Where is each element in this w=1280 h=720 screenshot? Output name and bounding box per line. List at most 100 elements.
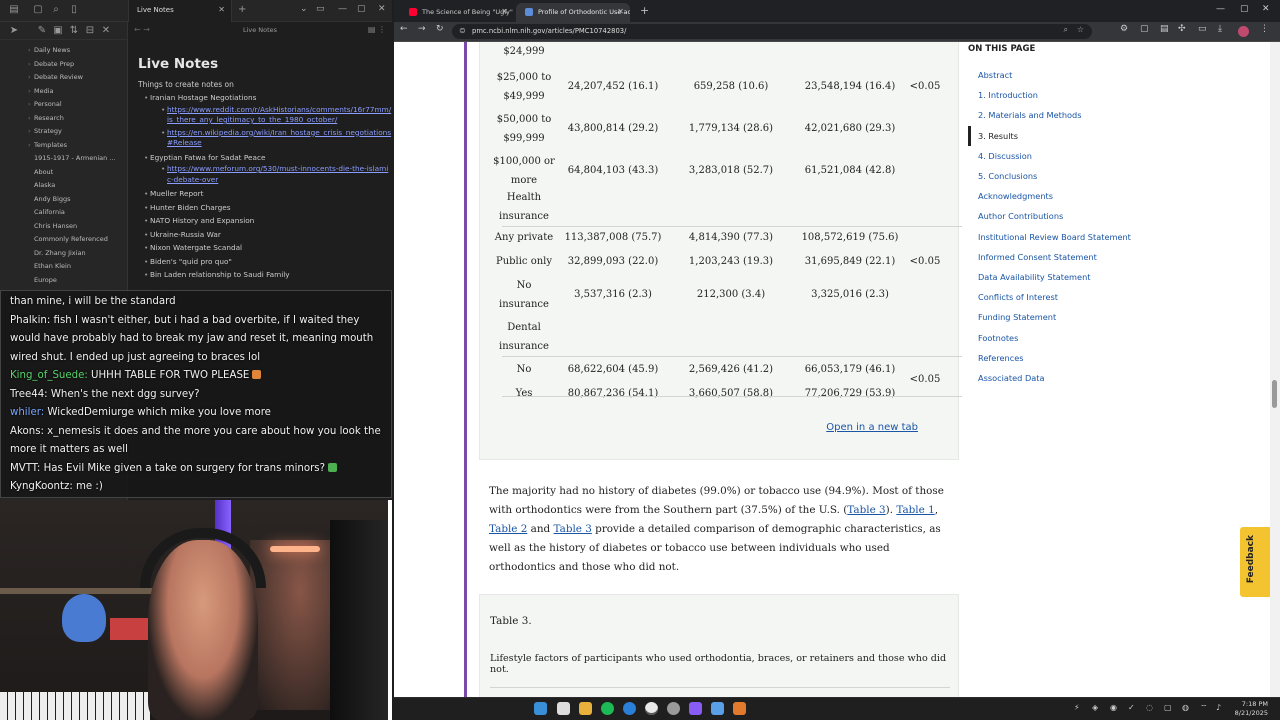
wifi-icon[interactable]: ⌔ <box>1200 703 1208 713</box>
sidebar-folder[interactable]: Media <box>0 85 127 99</box>
feedback-button[interactable]: Feedback <box>1240 527 1272 597</box>
sort-icon[interactable]: ⇅ <box>68 25 80 37</box>
reload-icon[interactable]: ↻ <box>436 24 444 34</box>
back-icon[interactable]: ← <box>400 24 408 34</box>
sidebar-folder[interactable]: Personal <box>0 98 127 112</box>
close-panel-icon[interactable]: ✕ <box>100 25 112 37</box>
toc-item[interactable]: Data Availability Statement <box>978 272 1090 282</box>
sidebar-file[interactable]: Europe <box>0 274 127 288</box>
tray-icon[interactable]: ▢ <box>1164 703 1172 712</box>
table2-link[interactable]: Table 2 <box>489 523 527 535</box>
chat-username[interactable]: Tree44: <box>10 389 48 400</box>
send-icon[interactable]: ➤ <box>8 25 20 37</box>
sidebar-folder[interactable]: Templates <box>0 139 127 153</box>
chat-username[interactable]: whiler: <box>10 407 44 418</box>
new-tab-button[interactable]: + <box>640 4 649 17</box>
browser-tab[interactable]: Profile of Orthodontic Use acro ✕ <box>516 3 630 22</box>
extension-icon[interactable]: ▤ <box>1160 24 1169 34</box>
volume-icon[interactable]: ♪ <box>1216 703 1221 712</box>
files-icon[interactable]: ▢ <box>32 4 44 16</box>
minimize-icon[interactable]: — <box>338 4 347 14</box>
site-info-icon[interactable]: ⊜ <box>459 26 466 35</box>
sidebar-file[interactable]: Ethan Klein <box>0 260 127 274</box>
maximize-icon[interactable]: ▢ <box>1240 4 1249 14</box>
scrollbar-thumb[interactable] <box>1272 380 1277 408</box>
extension-icon[interactable]: ▢ <box>1140 24 1149 34</box>
scrollbar[interactable] <box>1270 42 1280 697</box>
open-in-new-tab-link[interactable]: Open in a new tab <box>826 422 918 433</box>
search-icon[interactable]: ⌕ <box>50 4 62 16</box>
toc-item[interactable]: Footnotes <box>978 333 1018 343</box>
back-forward-icon[interactable]: ← → <box>134 22 150 38</box>
sidebar-file[interactable]: 1915-1917 - Armenian ... <box>0 152 127 166</box>
start-icon[interactable] <box>534 702 547 715</box>
maximize-icon[interactable]: ▢ <box>357 4 366 14</box>
edge-icon[interactable] <box>623 702 636 715</box>
new-folder-icon[interactable]: ▣ <box>52 25 64 37</box>
close-tab-icon[interactable]: ✕ <box>617 7 624 16</box>
bookmark-icon[interactable]: ▯ <box>68 4 80 16</box>
close-window-icon[interactable]: ✕ <box>378 4 386 14</box>
menu-icon[interactable]: ⋮ <box>1260 24 1269 34</box>
tray-icon[interactable]: ◌ <box>1146 703 1153 712</box>
toc-item[interactable]: Informed Consent Statement <box>978 252 1097 262</box>
app-icon[interactable] <box>733 702 746 715</box>
sidebar-icon[interactable]: ▭ <box>1198 24 1207 34</box>
chat-username[interactable]: Akons: <box>10 426 44 437</box>
note-link[interactable]: https://www.meforum.org/530/must-innocen… <box>128 164 392 185</box>
obsidian-icon[interactable] <box>689 702 702 715</box>
toc-item[interactable]: Author Contributions <box>978 211 1063 221</box>
sidebar-toggle-icon[interactable]: ▤ <box>8 4 20 16</box>
collapse-icon[interactable]: ⊟ <box>84 25 96 37</box>
toc-item[interactable]: Abstract <box>978 70 1012 80</box>
download-icon[interactable]: ⤓ <box>1218 24 1222 34</box>
settings-icon[interactable] <box>667 702 680 715</box>
sidebar-folder[interactable]: Debate Review <box>0 71 127 85</box>
toc-item[interactable]: Institutional Review Board Statement <box>978 232 1131 242</box>
reading-mode-icon[interactable]: ▤ ⋮ <box>368 22 386 38</box>
sidebar-file[interactable]: Commonly Referenced <box>0 233 127 247</box>
clock[interactable]: 7:18 PM 8/21/2025 <box>1235 700 1268 718</box>
note-link[interactable]: https://www.reddit.com/r/AskHistorians/c… <box>128 105 392 126</box>
toc-item[interactable]: Funding Statement <box>978 312 1056 322</box>
address-bar[interactable]: ⊜ pmc.ncbi.nlm.nih.gov/articles/PMC10742… <box>452 24 1092 39</box>
sidebar-file[interactable]: California <box>0 206 127 220</box>
sidebar-file[interactable]: Andy Biggs <box>0 193 127 207</box>
puzzle-icon[interactable]: ✣ <box>1178 24 1186 34</box>
tray-icon[interactable]: ◈ <box>1092 703 1098 712</box>
split-icon[interactable]: ▭ <box>316 4 325 14</box>
tray-icon[interactable]: ⚡ <box>1074 703 1080 712</box>
chevron-down-icon[interactable]: ⌄ <box>300 4 308 14</box>
toc-item[interactable]: 3. Results <box>978 131 1018 141</box>
chat-username[interactable]: KyngKoontz: <box>10 481 73 492</box>
chrome-icon[interactable] <box>645 702 658 715</box>
chat-username[interactable]: King_of_Suede: <box>10 370 88 381</box>
sidebar-file[interactable]: About <box>0 166 127 180</box>
toc-item[interactable]: References <box>978 353 1024 363</box>
chat-username[interactable]: MVTT: <box>10 463 40 474</box>
task-view-icon[interactable] <box>557 702 570 715</box>
sidebar-file[interactable]: Alaska <box>0 179 127 193</box>
avatar[interactable] <box>1238 26 1249 37</box>
note-link[interactable]: https://en.wikipedia.org/wiki/Iran_hosta… <box>128 128 392 149</box>
spotify-icon[interactable] <box>601 702 614 715</box>
table1-link[interactable]: Table 1 <box>896 504 934 516</box>
toc-item[interactable]: 1. Introduction <box>978 90 1038 100</box>
zoom-icon[interactable]: ⌕ <box>1064 25 1068 35</box>
close-tab-icon[interactable]: ✕ <box>501 7 508 16</box>
toc-item[interactable]: Conflicts of Interest <box>978 292 1058 302</box>
toc-item[interactable]: Acknowledgments <box>978 191 1053 201</box>
new-note-icon[interactable]: ✎ <box>36 25 48 37</box>
star-icon[interactable]: ☆ <box>1077 25 1084 34</box>
forward-icon[interactable]: → <box>418 24 426 34</box>
tray-icon[interactable]: ✓ <box>1128 703 1135 712</box>
file-explorer-icon[interactable] <box>579 702 592 715</box>
sidebar-file[interactable]: Dr. Zhang Jixian <box>0 247 127 261</box>
minimize-icon[interactable]: — <box>1216 4 1225 14</box>
app-icon[interactable] <box>711 702 724 715</box>
tray-icon[interactable]: ◉ <box>1110 703 1117 712</box>
chat-username[interactable]: Phalkin: <box>10 315 50 326</box>
tray-icon[interactable]: ◍ <box>1182 703 1189 712</box>
close-icon[interactable]: ✕ <box>218 5 225 14</box>
extension-icon[interactable]: ⚙ <box>1120 24 1128 34</box>
